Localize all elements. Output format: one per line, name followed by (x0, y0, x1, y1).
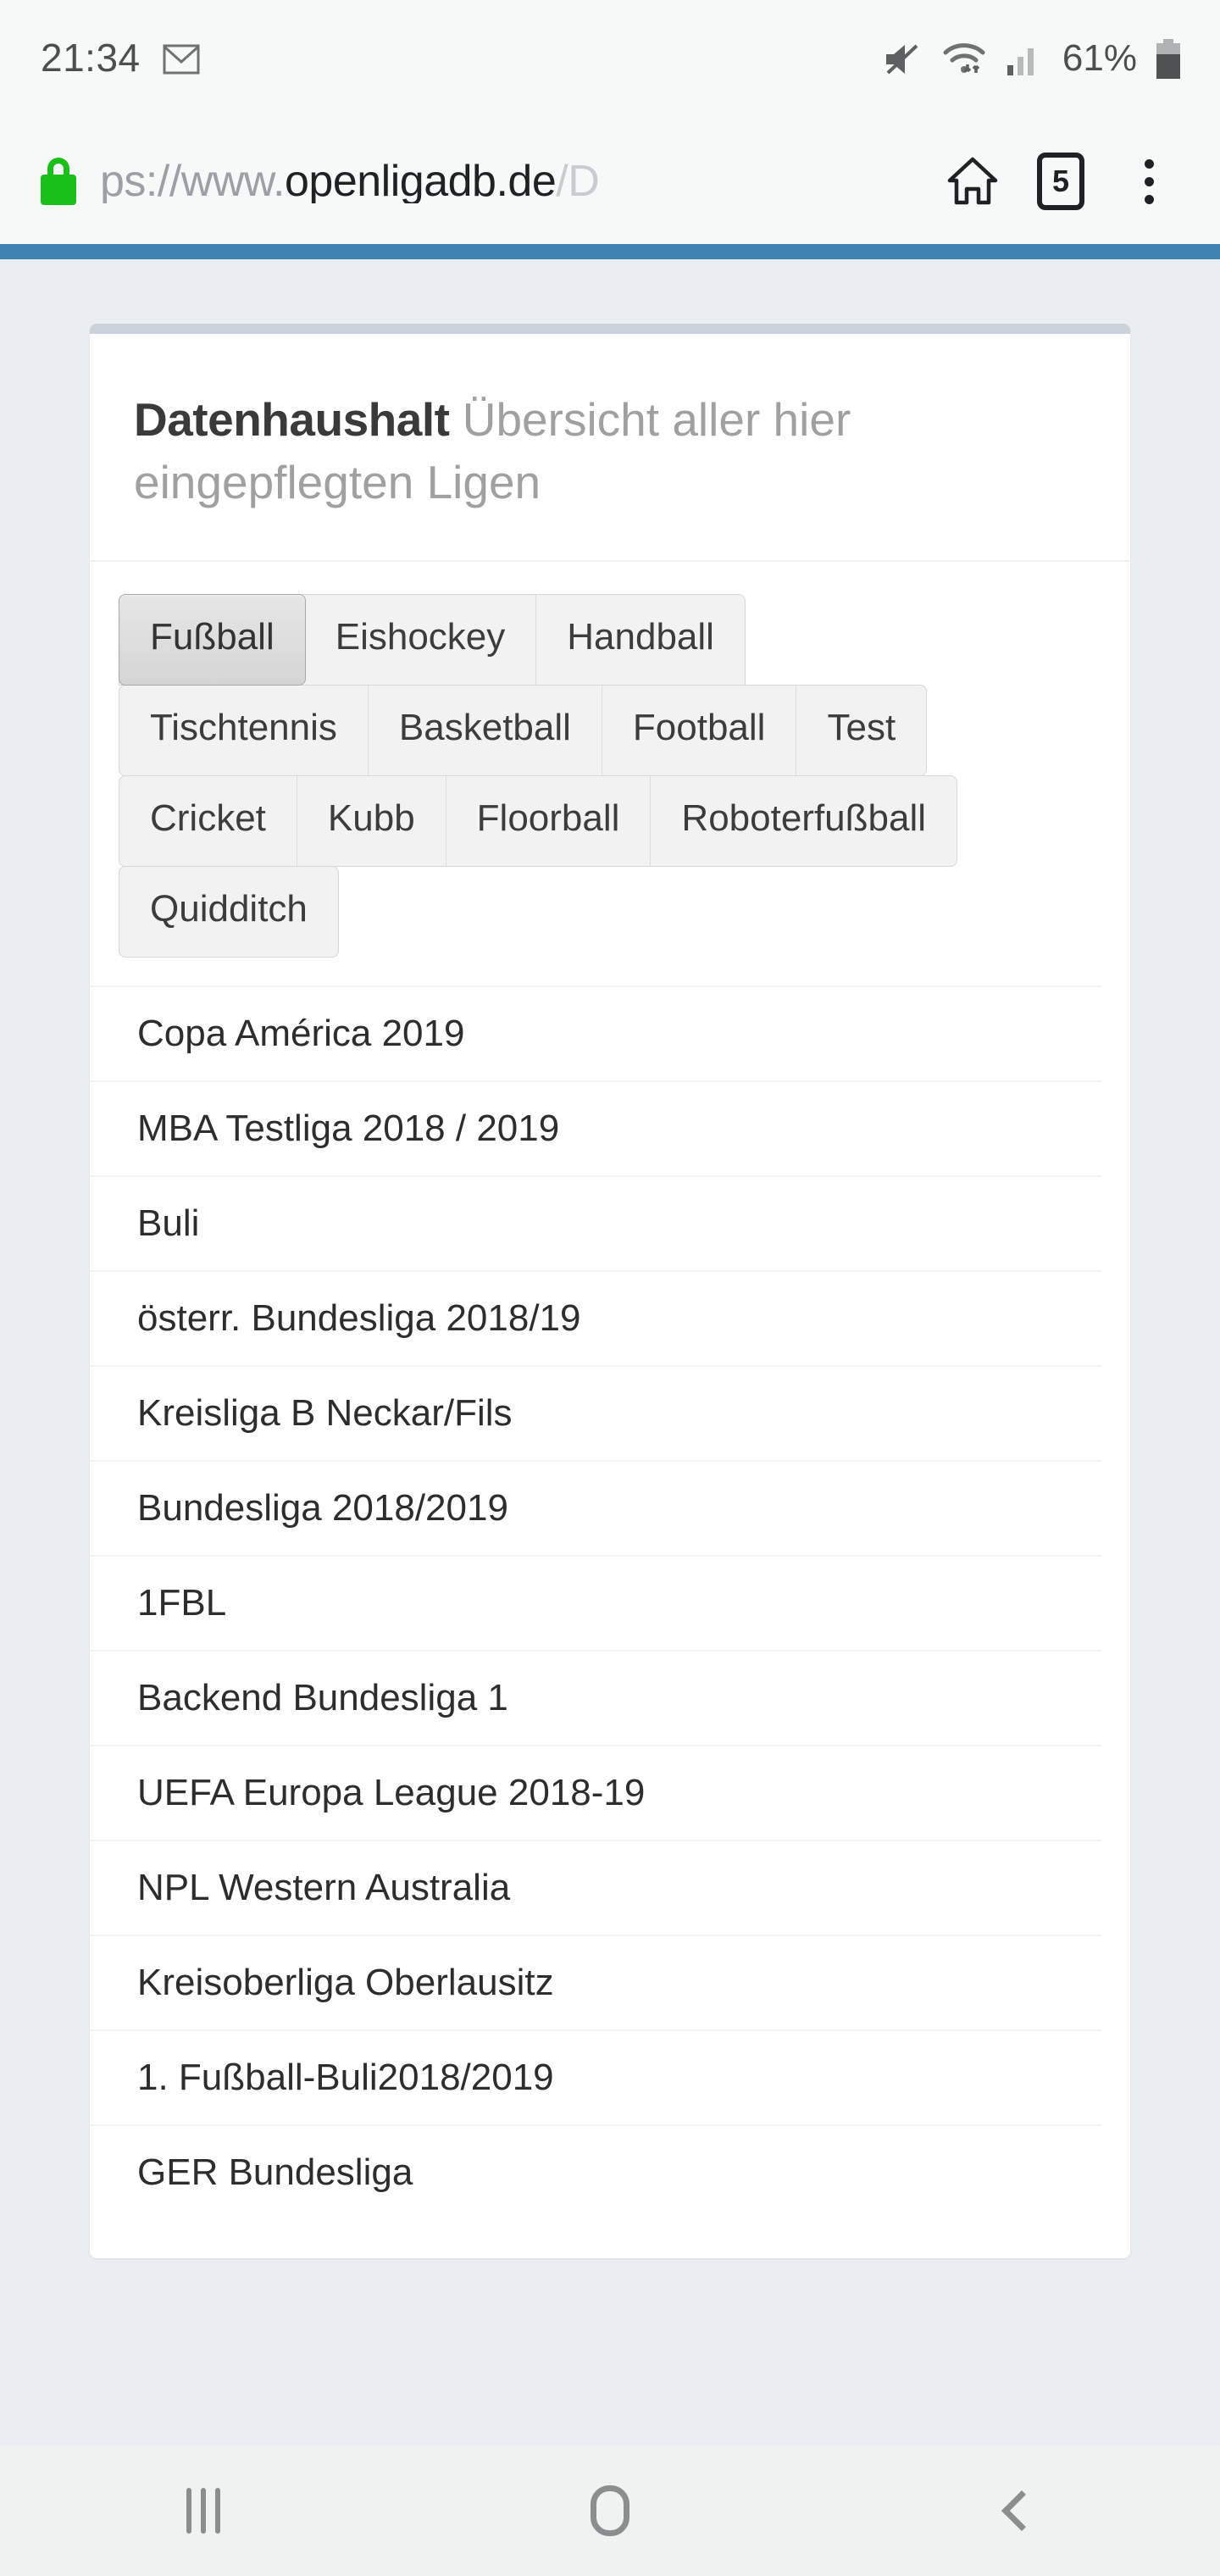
datenhaushalt-card: Datenhaushalt Übersicht aller hier einge… (90, 324, 1130, 2258)
tab-counter-box: 5 (1037, 153, 1084, 210)
list-item[interactable]: GER Bundesliga (90, 2124, 1101, 2219)
page-title-main: Datenhaushalt (134, 393, 450, 446)
url-path: /D (556, 159, 600, 203)
sport-tab-row-4: Quidditch (119, 865, 339, 958)
list-item[interactable]: Backend Bundesliga 1 (90, 1649, 1101, 1745)
tab-eishockey[interactable]: Eishockey (305, 594, 537, 685)
list-item[interactable]: 1. Fußball-Buli2018/2019 (90, 2029, 1101, 2124)
home-shape (591, 2485, 629, 2536)
tab-kubb[interactable]: Kubb (297, 775, 446, 866)
list-item[interactable]: MBA Testliga 2018 / 2019 (90, 1080, 1101, 1175)
sport-tab-group: Fußball Eishockey Handball Tischtennis B… (90, 562, 1130, 958)
tab-handball[interactable]: Handball (536, 595, 745, 685)
lock-icon (39, 158, 78, 205)
tab-cricket[interactable]: Cricket (119, 775, 297, 866)
back-icon[interactable] (940, 2446, 1093, 2576)
list-item[interactable]: NPL Western Australia (90, 1839, 1101, 1935)
home-icon[interactable] (534, 2446, 686, 2576)
page-title: Datenhaushalt Übersicht aller hier einge… (134, 388, 1086, 514)
android-nav-bar (0, 2446, 1220, 2576)
phone-screen: 21:34 61% ps://www.openligadb.de/D 5 Dat… (0, 0, 1220, 2576)
browser-toolbar: ps://www.openligadb.de/D 5 (0, 119, 1220, 244)
recent-apps-bars (186, 2488, 220, 2534)
status-bar-right: 61% (883, 39, 1183, 80)
tab-quidditch[interactable]: Quidditch (119, 867, 338, 957)
status-clock: 21:34 (41, 36, 141, 80)
wifi-icon (940, 41, 988, 78)
battery-percent-label: 61% (1062, 36, 1137, 79)
tab-test[interactable]: Test (796, 686, 926, 775)
signal-icon (1005, 42, 1040, 77)
list-item[interactable]: Buli (90, 1174, 1101, 1270)
status-bar-left: 21:34 (41, 38, 200, 80)
page-accent-bar (0, 244, 1220, 259)
list-item[interactable]: Bundesliga 2018/2019 (90, 1459, 1101, 1555)
more-options-icon[interactable] (1105, 137, 1193, 225)
url-host: openligadb.de (285, 159, 557, 203)
tab-basketball[interactable]: Basketball (369, 685, 602, 775)
sport-tab-row-3: Cricket Kubb Floorball Roboterfußball (119, 774, 958, 867)
league-list: Copa América 2019 MBA Testliga 2018 / 20… (90, 957, 1130, 2258)
list-item[interactable]: österr. Bundesliga 2018/19 (90, 1269, 1101, 1365)
mute-icon (883, 41, 923, 78)
home-icon[interactable] (929, 137, 1017, 225)
sport-tab-row-2: Tischtennis Basketball Football Test (119, 684, 928, 776)
url-bar[interactable]: ps://www.openligadb.de/D (100, 159, 929, 203)
tab-football[interactable]: Football (602, 685, 797, 775)
page-content: Datenhaushalt Übersicht aller hier einge… (0, 259, 1220, 2446)
status-bar: 21:34 61% (0, 0, 1220, 119)
battery-icon (1154, 39, 1183, 80)
tab-tischtennis[interactable]: Tischtennis (119, 685, 369, 775)
sport-tab-row-1: Fußball Eishockey Handball (119, 593, 746, 686)
tab-roboterfussball[interactable]: Roboterfußball (651, 776, 957, 866)
card-header: Datenhaushalt Übersicht aller hier einge… (90, 334, 1130, 562)
url-prefix: ps://www. (100, 159, 286, 203)
list-item[interactable]: Kreisoberliga Oberlausitz (90, 1934, 1101, 2029)
tab-count-label: 5 (1051, 164, 1070, 198)
tab-counter-button[interactable]: 5 (1017, 137, 1105, 225)
kebab-dots (1144, 158, 1154, 204)
back-chevron (1001, 2490, 1043, 2532)
envelope-icon (163, 44, 200, 75)
recent-apps-icon[interactable] (127, 2446, 280, 2576)
tab-fussball[interactable]: Fußball (119, 593, 306, 686)
tab-floorball[interactable]: Floorball (446, 775, 652, 866)
list-item[interactable]: 1FBL (90, 1554, 1101, 1650)
list-item[interactable]: UEFA Europa League 2018-19 (90, 1744, 1101, 1840)
list-item[interactable]: Copa América 2019 (90, 985, 1101, 1080)
list-item[interactable]: Kreisliga B Neckar/Fils (90, 1364, 1101, 1460)
